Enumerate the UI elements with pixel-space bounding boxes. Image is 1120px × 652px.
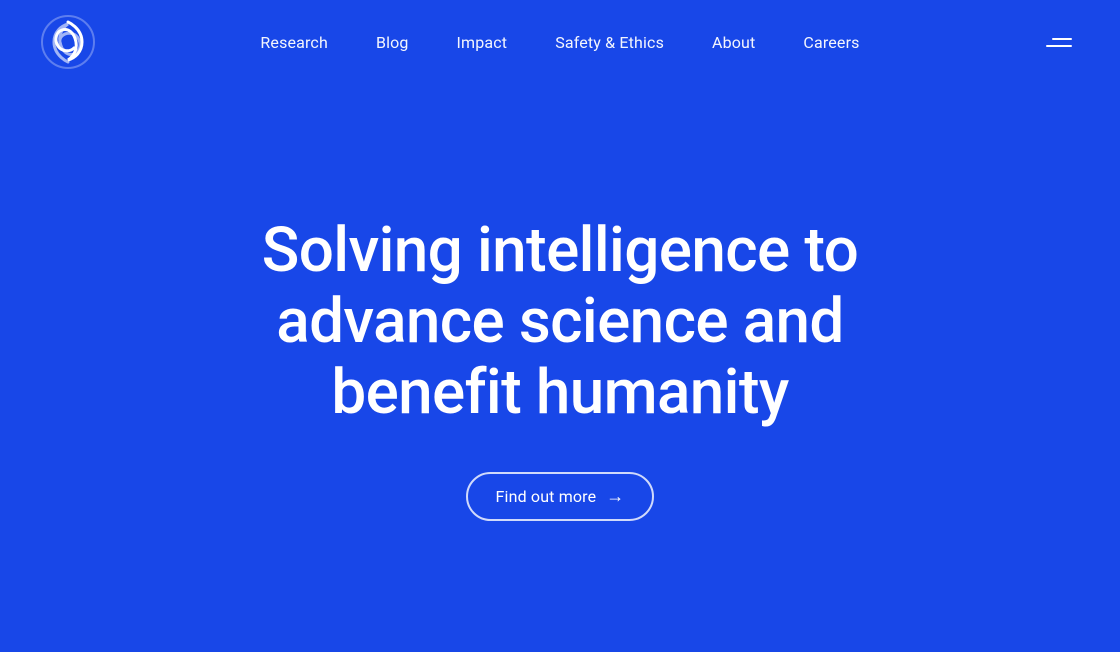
nav-item-careers[interactable]: Careers [783,25,879,60]
hero-title: Solving intelligence to advance science … [180,215,940,429]
main-nav: Research Blog Impact Safety & Ethics Abo… [240,25,879,60]
hamburger-menu-icon[interactable] [1038,30,1080,55]
header: Research Blog Impact Safety & Ethics Abo… [0,0,1120,84]
hero-section: Solving intelligence to advance science … [0,84,1120,652]
nav-item-blog[interactable]: Blog [356,25,429,60]
logo[interactable] [40,14,96,70]
nav-item-safety-ethics[interactable]: Safety & Ethics [535,25,684,60]
nav-item-about[interactable]: About [692,25,775,60]
nav-item-research[interactable]: Research [240,25,348,60]
find-out-more-button[interactable]: Find out more → [466,472,655,521]
arrow-right-icon: → [606,486,624,507]
find-out-more-label: Find out more [496,487,597,506]
nav-item-impact[interactable]: Impact [437,25,528,60]
